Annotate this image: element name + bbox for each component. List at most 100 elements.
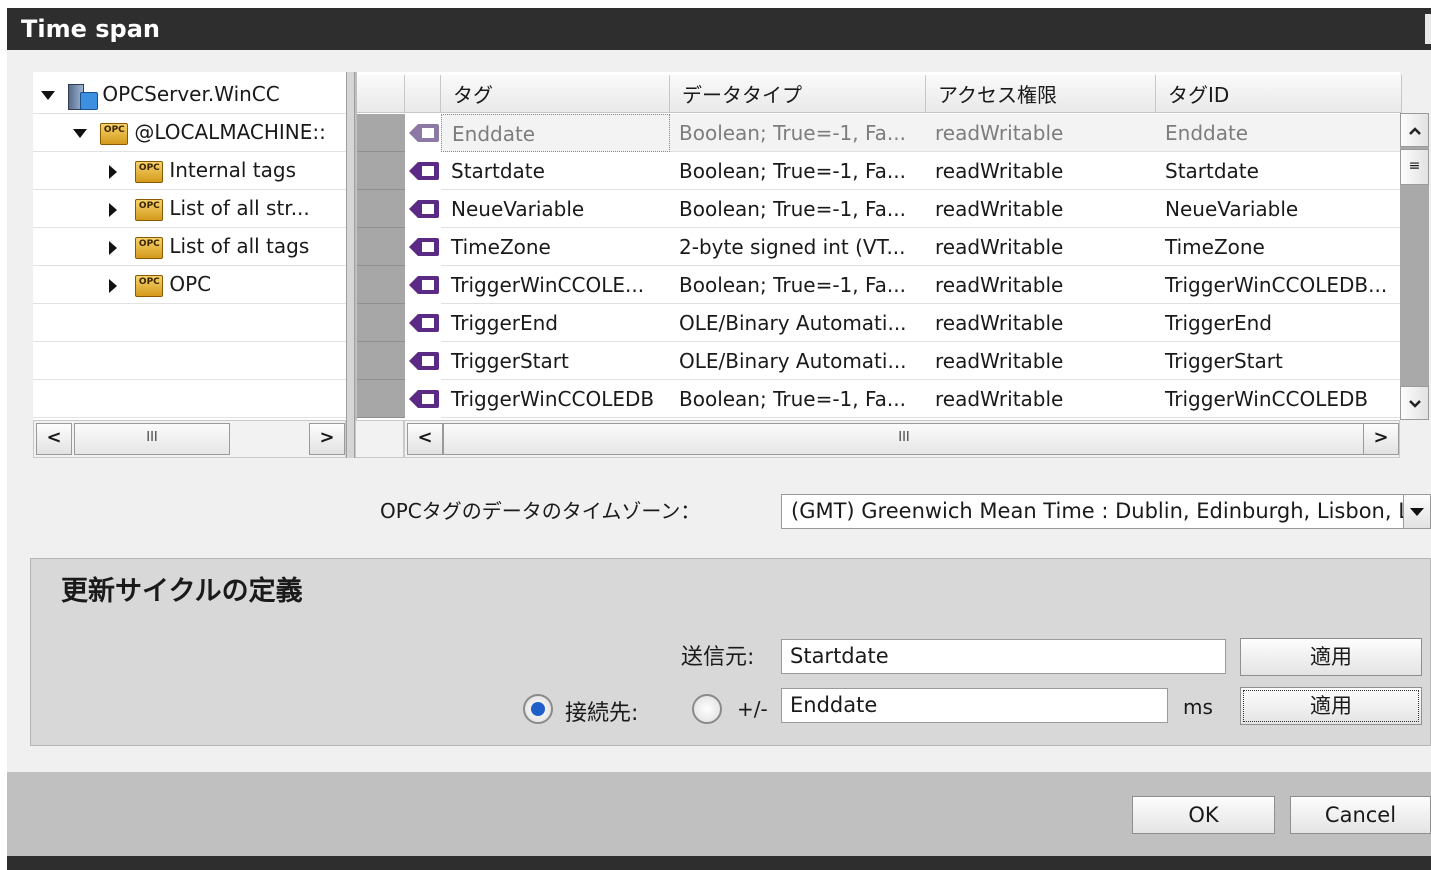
table-row[interactable]: Startdate Boolean; True=-1, Fa... readWr… <box>357 152 1402 190</box>
cell-datatype: Boolean; True=-1, Fa... <box>670 114 926 152</box>
row-header[interactable] <box>357 266 405 304</box>
tag-icon <box>409 162 439 180</box>
cell-tagid: Startdate <box>1156 152 1402 190</box>
column-header-tagid[interactable]: タグID <box>1156 75 1402 113</box>
cell-tag: NeueVariable <box>441 190 670 228</box>
plusminus-radio[interactable] <box>692 694 722 724</box>
row-header[interactable] <box>357 342 405 380</box>
collapse-arrow-icon[interactable] <box>109 240 117 255</box>
tag-icon <box>409 238 439 256</box>
opc-folder-icon: OPC <box>135 160 164 183</box>
cell-access: readWritable <box>926 190 1156 228</box>
cell-datatype: OLE/Binary Automati... <box>670 304 926 342</box>
cell-tag: TriggerWinCCOLEDB <box>441 380 670 418</box>
tag-icon <box>409 314 439 332</box>
cell-tag[interactable]: Enddate <box>441 114 670 152</box>
tag-icon <box>409 352 439 370</box>
row-header[interactable] <box>357 190 405 228</box>
table-row[interactable]: Enddate Boolean; True=-1, Fa... readWrit… <box>357 114 1402 152</box>
source-label: 送信元: <box>681 645 755 670</box>
cell-tagid: TriggerEnd <box>1156 304 1402 342</box>
tree-item-label: @LOCALMACHINE:: <box>134 120 326 144</box>
row-header[interactable] <box>357 152 405 190</box>
table-row[interactable]: TriggerWinCCOLEDB Boolean; True=-1, Fa..… <box>357 380 1402 418</box>
apply-source-button[interactable]: 適用 <box>1240 638 1422 676</box>
column-header-access[interactable]: アクセス権限 <box>926 75 1156 113</box>
tree-item-opcserver[interactable]: OPCServer.WinCC <box>33 75 354 114</box>
column-header-datatype[interactable]: データタイプ <box>670 75 926 113</box>
title-bar: Time span <box>7 8 1431 50</box>
table-row[interactable]: TriggerWinCCOLE... Boolean; True=-1, Fa.… <box>357 266 1402 304</box>
opc-folder-icon: OPC <box>135 274 164 297</box>
tag-icon <box>409 200 439 218</box>
cell-access: readWritable <box>926 152 1156 190</box>
collapse-arrow-icon[interactable] <box>109 202 117 217</box>
row-header[interactable] <box>357 228 405 266</box>
cell-tagid: TimeZone <box>1156 228 1402 266</box>
row-header-corner <box>357 75 405 113</box>
source-field[interactable]: Startdate <box>781 639 1226 674</box>
window-title: Time span <box>21 15 160 43</box>
scroll-down-button[interactable] <box>1400 386 1429 420</box>
cell-tagid: Enddate <box>1156 114 1402 152</box>
table-vertical-scrollbar[interactable]: ≡ <box>1400 113 1429 420</box>
cell-datatype: OLE/Binary Automati... <box>670 342 926 380</box>
tree-item-label: OPCServer.WinCC <box>102 82 280 106</box>
update-cycle-section: 更新サイクルの定義 送信元: Startdate 適用 接続先: +/- End… <box>30 558 1431 746</box>
opc-folder-icon: OPC <box>100 122 129 145</box>
scroll-up-button[interactable] <box>1400 113 1429 147</box>
ok-button[interactable]: OK <box>1132 796 1275 834</box>
scroll-left-button[interactable]: < <box>36 423 72 455</box>
tree-item-localmachine[interactable]: OPC @LOCALMACHINE:: <box>33 113 386 152</box>
dropdown-arrow-button[interactable] <box>1403 494 1431 529</box>
scroll-thumb[interactable]: III <box>74 423 230 455</box>
column-header-tag[interactable]: タグ <box>441 75 670 113</box>
cell-datatype: 2-byte signed int (VT... <box>670 228 926 266</box>
tree-empty-row <box>33 341 346 380</box>
dialog-footer: OK Cancel <box>7 772 1431 856</box>
table-row[interactable]: TriggerStart OLE/Binary Automati... read… <box>357 342 1402 380</box>
scroll-thumb[interactable]: ≡ <box>1400 149 1429 185</box>
table-row[interactable]: NeueVariable Boolean; True=-1, Fa... rea… <box>357 190 1402 228</box>
cell-access: readWritable <box>926 380 1156 418</box>
chevron-down-icon <box>1408 400 1421 408</box>
table-horizontal-scrollbar[interactable]: < III > <box>404 420 1400 458</box>
cell-tag: TriggerStart <box>441 342 670 380</box>
expand-arrow-icon[interactable] <box>73 129 87 138</box>
timezone-dropdown[interactable]: (GMT) Greenwich Mean Time : Dublin, Edin… <box>781 494 1405 529</box>
row-header[interactable] <box>357 114 405 152</box>
tag-icon <box>409 390 439 408</box>
scroll-right-button[interactable]: > <box>309 423 345 455</box>
opc-folder-icon: OPC <box>135 198 164 221</box>
scroll-right-button[interactable]: > <box>1363 423 1399 455</box>
chevron-up-icon <box>1408 127 1421 135</box>
tree-item-label: Internal tags <box>169 158 297 182</box>
panel-splitter[interactable] <box>346 72 355 458</box>
table-row[interactable]: TriggerEnd OLE/Binary Automati... readWr… <box>357 304 1402 342</box>
timezone-label: OPCタグのデータのタイムゾーン： <box>380 499 701 523</box>
cancel-button[interactable]: Cancel <box>1290 796 1431 834</box>
row-header[interactable] <box>357 304 405 342</box>
tree-horizontal-scrollbar[interactable]: < III > <box>33 420 346 458</box>
expand-arrow-icon[interactable] <box>41 91 55 100</box>
tag-table: タグ データタイプ アクセス権限 タグID Enddate Boolean; T… <box>355 72 1402 420</box>
scroll-thumb[interactable]: III <box>443 423 1365 455</box>
collapse-arrow-icon[interactable] <box>109 164 117 179</box>
scroll-left-button[interactable]: < <box>407 423 443 455</box>
tree-empty-row <box>33 303 346 342</box>
cell-access: readWritable <box>926 266 1156 304</box>
row-header[interactable] <box>357 380 405 418</box>
section-title: 更新サイクルの定義 <box>61 576 303 607</box>
tree-item-label: List of all tags <box>169 234 310 258</box>
cell-tagid: TriggerWinCCOLEDB <box>1156 380 1402 418</box>
tag-icon <box>409 276 439 294</box>
cell-tagid: NeueVariable <box>1156 190 1402 228</box>
opc-folder-icon: OPC <box>135 236 164 259</box>
apply-target-button[interactable]: 適用 <box>1240 687 1422 725</box>
target-radio[interactable] <box>523 694 553 724</box>
collapse-arrow-icon[interactable] <box>109 278 117 293</box>
target-field[interactable]: Enddate <box>781 688 1168 723</box>
unit-label: ms <box>1183 695 1213 719</box>
table-row[interactable]: TimeZone 2-byte signed int (VT... readWr… <box>357 228 1402 266</box>
cell-access: readWritable <box>926 114 1156 152</box>
